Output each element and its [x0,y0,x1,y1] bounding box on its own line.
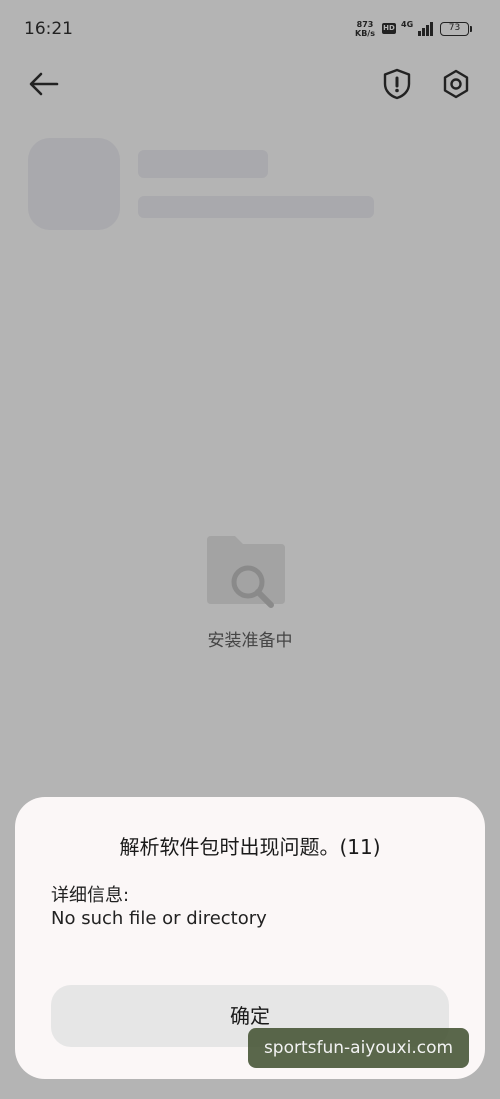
network-speed: 873 KB/s [355,20,375,38]
top-bar [0,60,500,110]
detail-message: No such file or directory [51,908,267,929]
app-icon-placeholder [28,138,120,230]
preparing-status-text: 安装准备中 [207,631,293,651]
security-button[interactable] [382,68,412,100]
app-name-placeholder [138,150,268,178]
detail-label: 详细信息: [51,885,130,906]
arrow-left-icon [29,72,59,96]
gear-icon [443,69,469,99]
dialog-title: 解析软件包时出现问题。(11) [119,835,381,859]
battery-cap [470,26,472,32]
hd-icon: HD [382,23,396,34]
signal-icon [412,22,434,36]
app-info-placeholder [138,196,374,218]
status-time: 16:21 [24,19,73,39]
network-speed-value: 873 [356,20,374,29]
watermark: sportsfun-aiyouxi.com [248,1028,469,1068]
shield-exclamation-icon [383,68,411,100]
network-speed-unit: KB/s [355,29,375,38]
battery-icon: 73 [440,22,469,36]
status-bar: 16:21 873 KB/s HD 4G 73 [0,0,500,60]
back-button[interactable] [28,70,60,98]
folder-search-icon [207,536,285,608]
settings-button[interactable] [440,68,472,100]
